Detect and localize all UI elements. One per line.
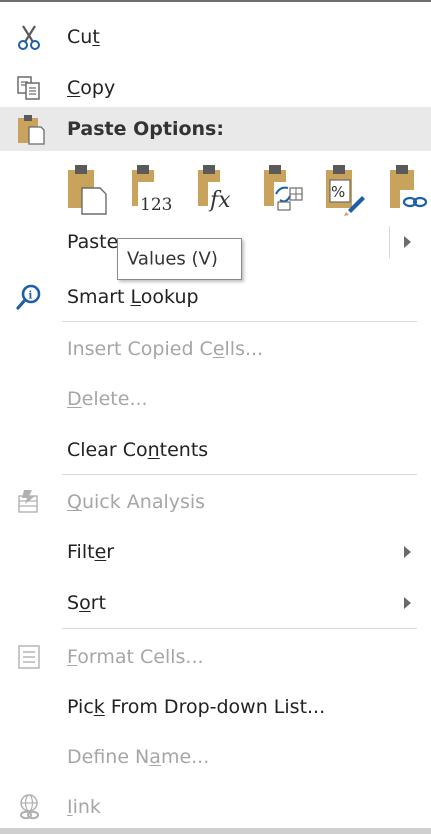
- paste-formulas-button[interactable]: fx: [194, 160, 242, 216]
- menu-item-insert-copied-cells: Insert Copied Cells...: [0, 324, 431, 374]
- paste-special-label: Paste: [67, 231, 119, 253]
- paste-formatting-icon: %: [326, 165, 365, 216]
- separator: [62, 321, 417, 322]
- svg-text:fx: fx: [208, 188, 231, 213]
- scissors-icon: [18, 25, 40, 50]
- separator: [62, 474, 417, 475]
- svg-text:i: i: [29, 291, 33, 302]
- paste-formatting-button[interactable]: %: [322, 160, 370, 216]
- separator: [62, 628, 417, 629]
- paste-button[interactable]: [62, 160, 110, 216]
- menu-item-pick-from-list[interactable]: Pick From Drop-down List...: [0, 682, 431, 732]
- tooltip-text: Values (V): [127, 248, 218, 270]
- format-cells-icon: [18, 645, 40, 669]
- paste-values-icon: 123: [132, 165, 174, 215]
- menu-item-sort[interactable]: Sort: [0, 578, 431, 628]
- insert-copied-cells-label: Insert Copied Cells...: [67, 338, 264, 360]
- paste-transpose-icon: [264, 165, 304, 212]
- copy-label: Copy: [67, 77, 116, 99]
- submenu-arrow-icon: [404, 597, 411, 609]
- svg-text:123: 123: [140, 195, 172, 215]
- bottom-border: [0, 828, 431, 834]
- submenu-arrow-icon: [404, 546, 411, 558]
- svg-text:%: %: [331, 183, 345, 201]
- context-menu: Cut Copy Paste Options: 123 fx % Paste i…: [0, 0, 431, 834]
- menu-item-clear-contents[interactable]: Clear Contents: [0, 425, 431, 475]
- paste-values-tooltip: Values (V): [117, 238, 242, 280]
- paste-formulas-icon: fx: [198, 165, 240, 213]
- define-name-label: Define Name...: [67, 746, 210, 768]
- sort-label: Sort: [67, 592, 106, 614]
- filter-label: Filter: [67, 541, 115, 563]
- split-divider: [389, 226, 390, 258]
- menu-item-link: Iink: [0, 782, 431, 832]
- quick-analysis-icon: [18, 490, 38, 513]
- format-cells-label: Format Cells...: [67, 646, 204, 668]
- submenu-arrow-icon: [404, 236, 411, 248]
- link-icon: [20, 794, 39, 820]
- top-border: [0, 0, 431, 2]
- paste-icon: [68, 165, 107, 215]
- menu-item-filter[interactable]: Filter: [0, 527, 431, 577]
- paste-link-button[interactable]: [386, 160, 431, 216]
- paste-options-label: Paste Options:: [67, 118, 224, 140]
- paste-link-icon: [390, 165, 430, 212]
- pick-from-list-label: Pick From Drop-down List...: [67, 696, 326, 718]
- menu-item-format-cells: Format Cells...: [0, 632, 431, 682]
- link-label: Iink: [67, 796, 101, 818]
- clipboard-icon: [18, 115, 45, 145]
- paste-transpose-button[interactable]: [260, 160, 308, 216]
- delete-label: Delete...: [67, 388, 148, 410]
- menu-item-define-name: Define Name...: [0, 732, 431, 782]
- menu-item-quick-analysis: Quick Analysis: [0, 477, 431, 527]
- clear-contents-label: Clear Contents: [67, 439, 209, 461]
- quick-analysis-label: Quick Analysis: [67, 491, 206, 513]
- menu-item-cut[interactable]: Cut: [0, 12, 431, 62]
- paste-values-button[interactable]: 123: [128, 160, 176, 216]
- copy-icon: [17, 76, 40, 100]
- menu-item-delete: Delete...: [0, 374, 431, 424]
- paste-options-header: Paste Options:: [0, 107, 431, 151]
- menu-item-copy[interactable]: Copy: [0, 63, 431, 113]
- smart-lookup-icon: i: [16, 284, 41, 310]
- smart-lookup-label: Smart Lookup: [67, 286, 199, 308]
- cut-label: Cut: [67, 26, 100, 48]
